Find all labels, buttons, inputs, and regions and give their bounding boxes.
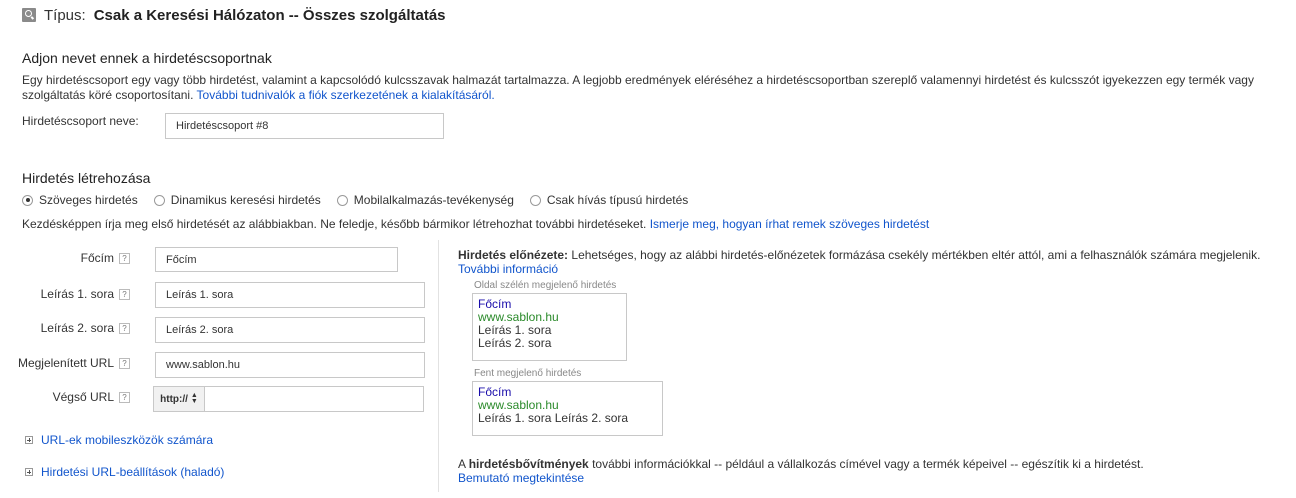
display-url-input[interactable]: www.sablon.hu [155,352,425,378]
type-label: Típus: [44,6,86,24]
search-icon [22,8,36,22]
ad-type-mobile-app[interactable]: Mobilalkalmazás-tevékenység [336,193,514,207]
headline-label: Főcím? [0,251,130,265]
ad-group-description: Egy hirdetéscsoport egy vagy több hirdet… [22,73,1282,103]
view-demo-link[interactable]: Bemutató megtekintése [458,471,584,485]
ad-group-name-label: Hirdetéscsoport neve: [22,114,139,128]
mobile-urls-expander[interactable]: URL-ek mobileszközök számára [25,433,213,447]
top-ad-caption: Fent megjelenő hirdetés [474,368,582,379]
radio-selected-icon[interactable] [22,194,33,206]
protocol-select[interactable]: http:// ▲ ▼ [154,387,205,411]
help-icon[interactable]: ? [119,391,130,403]
preview-note: Lehetséges, hogy az alábbi hirdetés-előn… [571,248,1261,262]
display-url-label: Megjelenített URL? [0,356,130,370]
ad-extensions-info: A hirdetésbővítmények további információ… [458,457,1144,485]
description-line2-label: Leírás 2. sora? [0,321,130,335]
account-structure-link[interactable]: További tudnivalók a fiók szerkezetének … [197,88,495,102]
ad-type-radio-group: Szöveges hirdetés Dinamikus keresési hir… [22,193,704,207]
ad-type-text[interactable]: Szöveges hirdetés [22,193,138,207]
intro-text: Kezdésképpen írja meg első hirdetését az… [22,217,647,231]
ad-group-name-input[interactable]: Hirdetéscsoport #8 [165,113,444,139]
description-line2-input[interactable]: Leírás 2. sora [155,317,425,343]
preview-ad-line2: Leírás 2. sora [478,336,552,350]
preview-ad-lines: Leírás 1. sora Leírás 2. sora [478,411,629,425]
help-icon[interactable]: ? [119,322,130,334]
create-ad-intro: Kezdésképpen írja meg első hirdetését az… [22,217,929,231]
final-url-input[interactable] [205,387,423,411]
final-url-label: Végső URL? [0,390,130,404]
final-url-field: http:// ▲ ▼ [153,386,424,412]
help-icon[interactable]: ? [119,288,130,300]
ad-group-section-title: Adjon nevet ennek a hirdetéscsoportnak [22,50,272,66]
type-value: Csak a Keresési Hálózaton -- Összes szol… [93,6,446,24]
side-ad-caption: Oldal szélén megjelenő hirdetés [474,280,617,291]
radio-icon[interactable] [153,194,165,206]
ad-type-call-only[interactable]: Csak hívás típusú hirdetés [529,193,688,207]
description-line1-label: Leírás 1. sora? [0,287,130,301]
radio-icon[interactable] [336,194,348,206]
plus-box-icon [25,468,33,476]
more-info-link[interactable]: További információ [458,262,558,276]
top-ad-preview: Főcím www.sablon.hu Leírás 1. sora Leírá… [472,381,663,436]
preview-title: Hirdetés előnézete: [458,248,569,262]
extensions-term: hirdetésbővítmények [468,457,589,471]
create-ad-title: Hirdetés létrehozása [22,170,151,186]
help-icon[interactable]: ? [119,252,130,264]
text-ad-tips-link[interactable]: Ismerje meg, hogyan írhat remek szöveges… [650,217,929,231]
column-divider [438,240,439,492]
help-icon[interactable]: ? [119,357,130,369]
headline-input[interactable]: Főcím [155,247,398,272]
radio-icon[interactable] [529,194,541,206]
side-ad-preview: Főcím www.sablon.hu Leírás 1. sora Leírá… [472,293,627,361]
select-arrows-icon: ▲ ▼ [190,392,198,405]
plus-box-icon [25,436,33,444]
ad-preview-intro: Hirdetés előnézete: Lehetséges, hogy az … [458,248,1288,276]
campaign-type-header: Típus: Csak a Keresési Hálózaton -- Össz… [22,4,446,26]
ad-type-dynamic-search[interactable]: Dinamikus keresési hirdetés [153,193,321,207]
url-options-expander[interactable]: Hirdetési URL-beállítások (haladó) [25,465,224,479]
description-line1-input[interactable]: Leírás 1. sora [155,282,425,308]
